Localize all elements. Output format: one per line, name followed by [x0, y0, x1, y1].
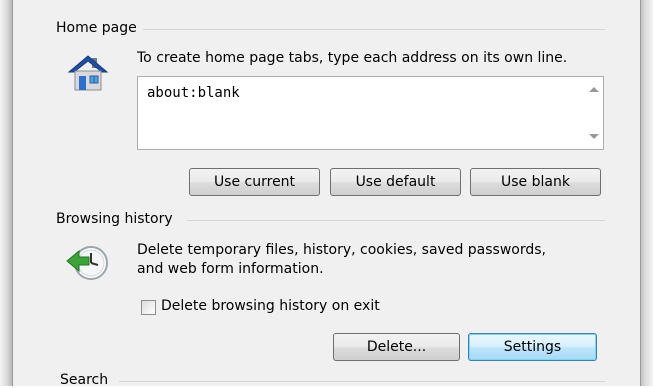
use-current-button[interactable]: Use current — [189, 168, 320, 196]
browsing-history-group-label: Browsing history — [56, 211, 173, 227]
home-page-instruction: To create home page tabs, type each addr… — [137, 50, 568, 66]
browsing-history-description-line2: and web form information. — [137, 261, 324, 277]
use-default-button[interactable]: Use default — [330, 168, 461, 196]
settings-button[interactable]: Settings — [468, 333, 597, 361]
delete-button[interactable]: Delete... — [333, 333, 460, 361]
scroll-down-arrow-icon[interactable] — [589, 134, 599, 139]
browsing-history-group-divider — [187, 220, 605, 221]
home-page-group-label: Home page — [56, 20, 137, 36]
scroll-up-arrow-icon[interactable] — [589, 87, 599, 92]
clock-history-icon — [65, 243, 109, 287]
window-frame-right — [639, 0, 653, 386]
home-page-address-textarea[interactable]: about:blank — [137, 76, 604, 150]
browsing-history-description-line1: Delete temporary files, history, cookies… — [137, 242, 546, 258]
internet-options-general-tab: Home page To create home page tabs, type… — [12, 0, 641, 388]
window-frame-left — [0, 0, 12, 386]
house-icon — [67, 52, 109, 98]
search-group-divider — [119, 381, 605, 382]
home-page-address-value: about:blank — [147, 85, 240, 101]
use-blank-button[interactable]: Use blank — [470, 168, 601, 196]
textarea-scrollbar[interactable] — [586, 77, 603, 149]
home-page-group-divider — [143, 29, 605, 30]
delete-history-on-exit-label[interactable]: Delete browsing history on exit — [161, 298, 380, 314]
delete-history-on-exit-checkbox[interactable] — [141, 300, 156, 315]
